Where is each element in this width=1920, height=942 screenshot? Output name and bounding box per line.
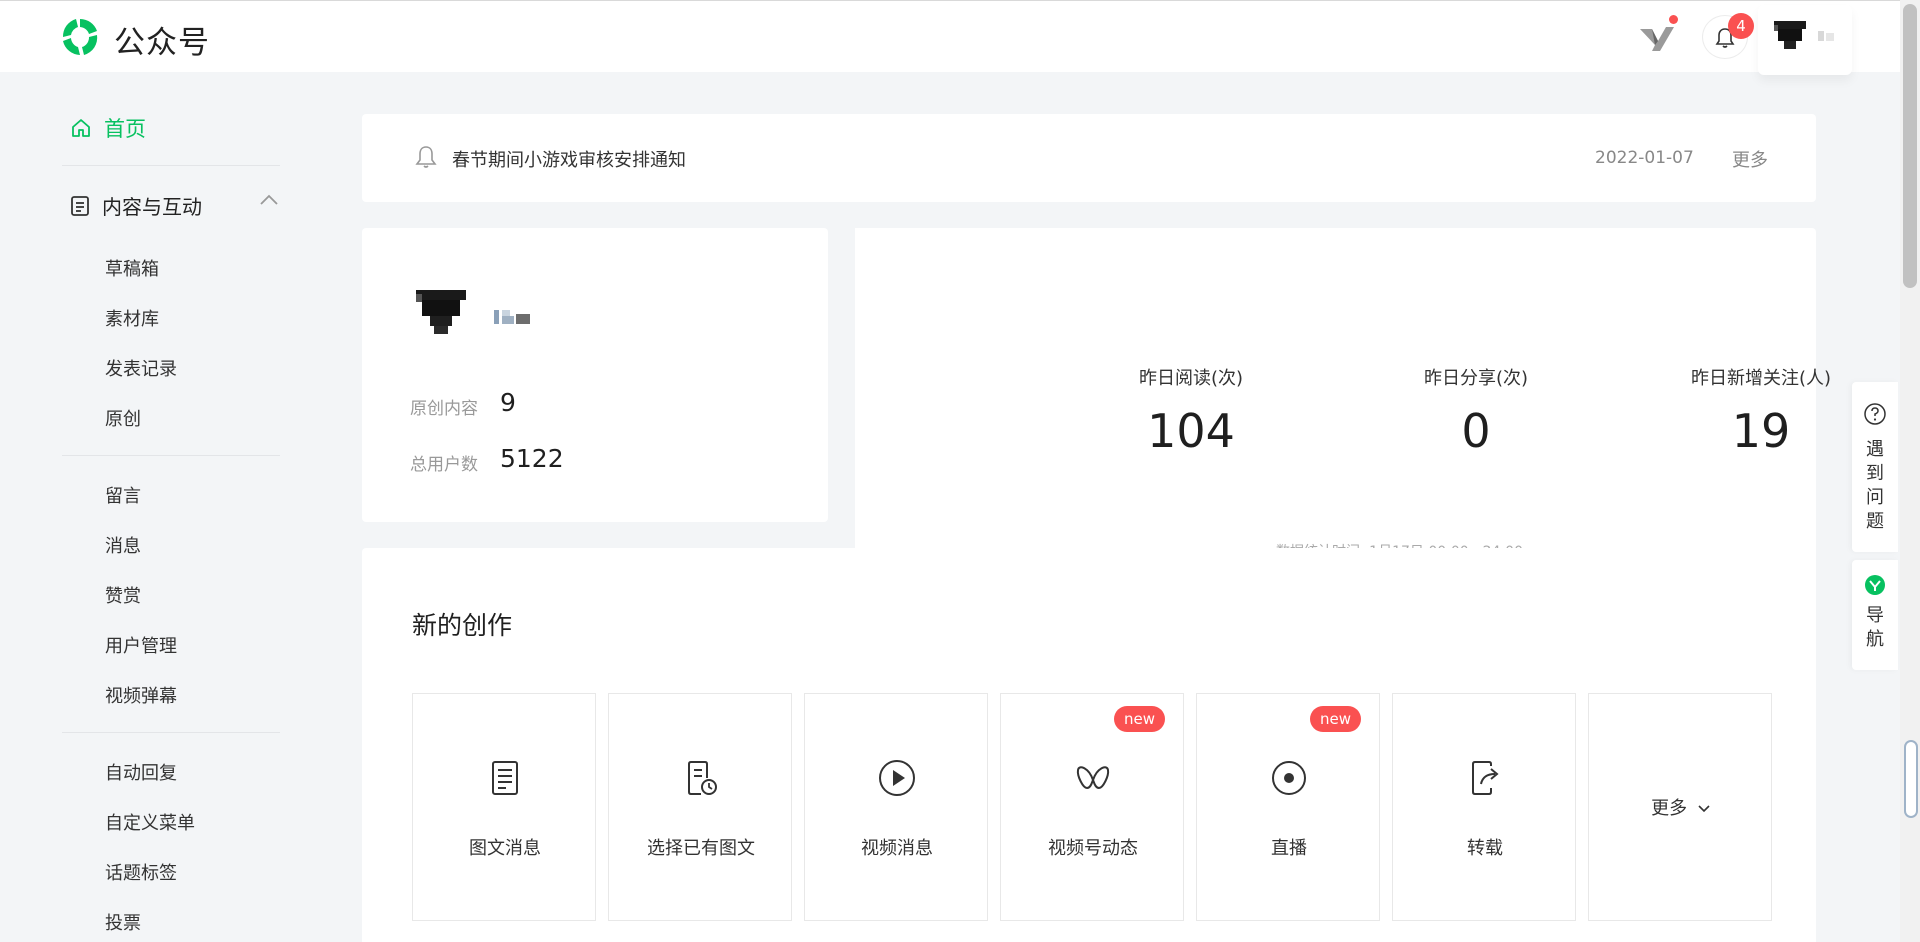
nav-label: 导 航 <box>1852 604 1898 652</box>
scrollbar-thumb[interactable] <box>1903 4 1917 288</box>
share-doc-icon <box>1472 761 1499 795</box>
account-menu[interactable] <box>1758 5 1852 75</box>
chevron-up-icon[interactable] <box>258 193 280 207</box>
stat-value: 0 <box>1461 404 1491 458</box>
create-tile-article[interactable]: 图文消息 <box>412 693 596 921</box>
sidebar-item-vote[interactable]: 投票 <box>105 909 141 935</box>
notice-date: 2022-01-07 <box>1595 148 1694 168</box>
create-tile-select-existing[interactable]: 选择已有图文 <box>608 693 792 921</box>
sidebar-item-comments[interactable]: 留言 <box>105 482 141 508</box>
sidebar-item-custom-menu[interactable]: 自定义菜单 <box>105 809 195 835</box>
sidebar-divider <box>62 165 280 166</box>
avatar <box>1774 21 1806 49</box>
tile-label: 转载 <box>1467 838 1503 859</box>
original-content-value: 9 <box>500 388 516 417</box>
top-bar: 公众号 4 <box>0 0 1900 75</box>
stat-value: 104 <box>1147 404 1235 458</box>
sidebar-item-label: 首页 <box>104 117 146 141</box>
nav-app-icon <box>1865 575 1885 595</box>
tile-label: 选择已有图文 <box>647 838 755 859</box>
chevron-down-icon <box>1698 805 1710 813</box>
create-heading: 新的创作 <box>412 611 513 640</box>
sidebar-item-video-danmaku[interactable]: 视频弹幕 <box>105 682 177 708</box>
account-name-blurred <box>1818 31 1834 41</box>
sidebar-item-drafts[interactable]: 草稿箱 <box>105 255 159 281</box>
nav-char: 航 <box>1866 629 1884 650</box>
play-circle-icon <box>879 760 915 796</box>
nav-char: 导 <box>1866 605 1884 626</box>
side-drag-handle[interactable] <box>1904 740 1918 818</box>
help-char: 题 <box>1866 511 1884 532</box>
sidebar-item-topic-tags[interactable]: 话题标签 <box>105 859 177 885</box>
sidebar-item-messages[interactable]: 消息 <box>105 532 141 558</box>
stat-reads: 昨日阅读(次) 104 <box>1051 364 1331 458</box>
sidebar-item-user-management[interactable]: 用户管理 <box>105 632 177 658</box>
create-card: 新的创作 图文消息 选择已有图文 视频消息 new 视频号动态 new 直播 转… <box>362 548 1816 942</box>
sidebar-divider <box>62 732 280 733</box>
help-label: 遇 到 问 题 <box>1852 438 1898 534</box>
sidebar-item-publish-records[interactable]: 发表记录 <box>105 355 177 381</box>
sidebar-item-rewards[interactable]: 赞赏 <box>105 582 141 608</box>
create-tile-channels[interactable]: new 视频号动态 <box>1000 693 1184 921</box>
create-tile-video[interactable]: 视频消息 <box>804 693 988 921</box>
y-app-icon[interactable] <box>1636 19 1676 55</box>
create-tile-more[interactable]: 更多 <box>1588 693 1772 921</box>
create-tile-repost[interactable]: 转载 <box>1392 693 1576 921</box>
sidebar-divider <box>62 455 280 456</box>
doc-clock-icon <box>688 761 717 795</box>
help-char: 到 <box>1866 463 1884 484</box>
create-tile-live[interactable]: new 直播 <box>1196 693 1380 921</box>
document-icon <box>71 195 89 216</box>
sidebar-item-auto-reply[interactable]: 自动回复 <box>105 759 177 785</box>
notification-badge: 4 <box>1728 13 1754 39</box>
live-dot-icon <box>1272 761 1306 795</box>
account-card: 原创内容 9 总用户数 5122 <box>362 228 828 522</box>
sidebar: 首页 内容与互动 草稿箱 素材库 发表记录 原创 留言 消息 赞赏 用户管理 视… <box>0 72 345 942</box>
notice-bar: 春节期间小游戏审核安排通知 2022-01-07 更多 <box>362 114 1816 202</box>
help-char: 遇 <box>1866 439 1884 460</box>
sidebar-item-original[interactable]: 原创 <box>105 405 141 431</box>
y-app-dot <box>1669 15 1678 24</box>
home-icon <box>72 119 90 137</box>
original-content-label: 原创内容 <box>410 399 478 419</box>
account-avatar[interactable] <box>416 290 466 334</box>
sidebar-item-home[interactable]: 首页 <box>70 113 146 143</box>
channels-icon <box>1076 766 1110 789</box>
tile-label: 图文消息 <box>469 838 541 859</box>
app-title[interactable]: 公众号 <box>114 17 210 62</box>
help-char: 问 <box>1866 487 1884 508</box>
stat-label: 昨日阅读(次) <box>1138 368 1244 389</box>
notice-bell-icon <box>415 146 437 168</box>
notice-more-link[interactable]: 更多 <box>1732 146 1768 172</box>
new-badge: new <box>1113 706 1165 732</box>
account-name-blurred <box>494 310 530 324</box>
sidebar-item-materials[interactable]: 素材库 <box>105 305 159 331</box>
more-label: 更多 <box>1651 798 1688 819</box>
doc-icon <box>492 761 518 795</box>
more-dropdown[interactable]: 更多 <box>1589 794 1773 820</box>
logo-icon[interactable] <box>58 15 102 59</box>
nav-float-button[interactable]: 导 航 <box>1852 560 1898 670</box>
notice-title[interactable]: 春节期间小游戏审核安排通知 <box>452 146 686 172</box>
total-users-value: 5122 <box>500 444 564 473</box>
sidebar-group-label: 内容与互动 <box>102 195 202 219</box>
question-icon <box>1864 403 1886 425</box>
tile-label: 视频号动态 <box>1048 838 1138 859</box>
help-float-button[interactable]: 遇 到 问 题 <box>1852 382 1898 552</box>
stat-label: 昨日分享(次) <box>1423 368 1529 389</box>
tile-label: 视频消息 <box>861 838 933 859</box>
sidebar-group-content[interactable]: 内容与互动 <box>70 191 280 220</box>
new-badge: new <box>1309 706 1361 732</box>
stat-shares: 昨日分享(次) 0 <box>1336 364 1616 458</box>
total-users-label: 总用户数 <box>410 455 478 475</box>
tile-label: 直播 <box>1271 838 1307 859</box>
